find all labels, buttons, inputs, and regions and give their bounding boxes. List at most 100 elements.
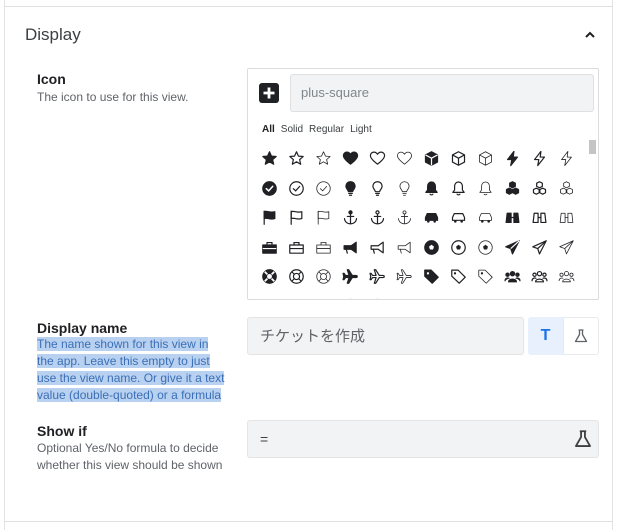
tag-solid-icon: [424, 269, 439, 285]
icon-option[interactable]: [499, 265, 526, 289]
eye-solid-icon: [261, 298, 278, 300]
icon-option[interactable]: [418, 294, 445, 299]
icon-option[interactable]: [256, 206, 283, 230]
icon-option[interactable]: [391, 265, 418, 289]
icon-option[interactable]: [445, 147, 472, 171]
icon-option[interactable]: [526, 206, 553, 230]
icon-grid-scrollbar[interactable]: [588, 136, 597, 297]
icon-option[interactable]: [364, 265, 391, 289]
icon-option[interactable]: [418, 147, 445, 171]
display-name-input[interactable]: チケットを作成: [247, 317, 524, 355]
icon-option[interactable]: [445, 235, 472, 259]
icon-option[interactable]: [256, 147, 283, 171]
icon-option[interactable]: [391, 206, 418, 230]
eye-regular-icon: [288, 298, 305, 300]
icon-grid-row: [256, 292, 586, 300]
icon-option[interactable]: [472, 147, 499, 171]
icon-option[interactable]: [499, 176, 526, 200]
icon-option[interactable]: [283, 235, 310, 259]
icon-option[interactable]: [553, 235, 580, 259]
icon-option[interactable]: [364, 235, 391, 259]
icon-option[interactable]: [526, 147, 553, 171]
icon-option[interactable]: [499, 147, 526, 171]
collapse-button[interactable]: [580, 26, 600, 44]
icon-option[interactable]: [526, 235, 553, 259]
icon-option[interactable]: [283, 147, 310, 171]
scrollbar-thumb[interactable]: [589, 140, 596, 154]
icon-option[interactable]: [391, 147, 418, 171]
landmark-solid-icon: [349, 298, 352, 299]
icon-option[interactable]: [526, 176, 553, 200]
icon-option[interactable]: [364, 294, 391, 299]
formula-mode-button[interactable]: [563, 317, 599, 355]
icon-option[interactable]: [553, 206, 580, 230]
icon-option[interactable]: [391, 235, 418, 259]
icon-option[interactable]: [526, 294, 553, 299]
icon-option[interactable]: [418, 206, 445, 230]
icon-option[interactable]: [310, 147, 337, 171]
icon-option[interactable]: [553, 176, 580, 200]
icon-option[interactable]: [391, 294, 418, 299]
icon-option[interactable]: [364, 206, 391, 230]
icon-option[interactable]: [310, 235, 337, 259]
icon-option[interactable]: [337, 235, 364, 259]
icon-option[interactable]: [283, 176, 310, 200]
icon-option[interactable]: [445, 176, 472, 200]
icon-option[interactable]: [283, 206, 310, 230]
icon-option[interactable]: [310, 265, 337, 289]
icon-option[interactable]: [553, 147, 580, 171]
icon-option[interactable]: [310, 176, 337, 200]
formula-editor-button[interactable]: [574, 430, 592, 448]
icon-option[interactable]: [445, 294, 472, 299]
icon-option[interactable]: [472, 176, 499, 200]
tab-solid[interactable]: Solid: [281, 124, 303, 135]
tab-light[interactable]: Light: [350, 124, 372, 135]
icon-option[interactable]: [310, 294, 337, 299]
icon-option[interactable]: [445, 265, 472, 289]
section-title: Display: [25, 25, 81, 44]
icon-option[interactable]: [256, 294, 283, 300]
icon-option[interactable]: [472, 206, 499, 230]
icon-option[interactable]: [256, 176, 283, 200]
thumbs-up-solid-icon: [504, 298, 521, 300]
icon-option[interactable]: [337, 206, 364, 230]
icon-option[interactable]: [472, 265, 499, 289]
icon-option[interactable]: [283, 265, 310, 289]
icon-option[interactable]: [445, 206, 472, 230]
icon-option[interactable]: [337, 294, 364, 299]
icon-option[interactable]: [418, 265, 445, 289]
icon-option[interactable]: [337, 147, 364, 171]
icon-option[interactable]: [472, 294, 499, 299]
icon-option[interactable]: [526, 265, 553, 289]
icon-option[interactable]: [553, 265, 580, 289]
show-if-formula-input[interactable]: =: [247, 420, 599, 458]
tab-regular[interactable]: Regular: [309, 124, 344, 135]
anchor-regular-icon: [370, 210, 385, 225]
icon-option[interactable]: [256, 235, 283, 259]
icon-grid-row: [256, 144, 586, 174]
binoculars-regular-icon: [532, 212, 547, 224]
icon-option[interactable]: [472, 235, 499, 259]
car-regular-icon: [451, 213, 466, 223]
icon-option[interactable]: [418, 176, 445, 200]
icon-option[interactable]: [310, 206, 337, 230]
icon-option[interactable]: [499, 206, 526, 230]
icon-style-tabs: All Solid Regular Light: [262, 124, 378, 135]
icon-option[interactable]: [391, 176, 418, 200]
icon-option[interactable]: [553, 294, 580, 299]
icon-option[interactable]: [256, 265, 283, 289]
icon-search-input[interactable]: plus-square: [290, 74, 594, 112]
icon-option[interactable]: [364, 147, 391, 171]
icon-option[interactable]: [283, 294, 310, 300]
text-mode-button[interactable]: T: [528, 317, 563, 355]
icon-option[interactable]: [418, 235, 445, 259]
icon-option[interactable]: [499, 294, 526, 300]
icon-option[interactable]: [337, 265, 364, 289]
display-name-help-line: use the view name. Or give it a text: [37, 371, 225, 385]
icon-option[interactable]: [364, 176, 391, 200]
lightbulb-light-icon: [399, 181, 410, 196]
icon-option[interactable]: [499, 235, 526, 259]
icon-option[interactable]: [337, 176, 364, 200]
tab-all[interactable]: All: [262, 124, 275, 135]
show-if-help-line: whether this view should be shown: [37, 458, 223, 472]
